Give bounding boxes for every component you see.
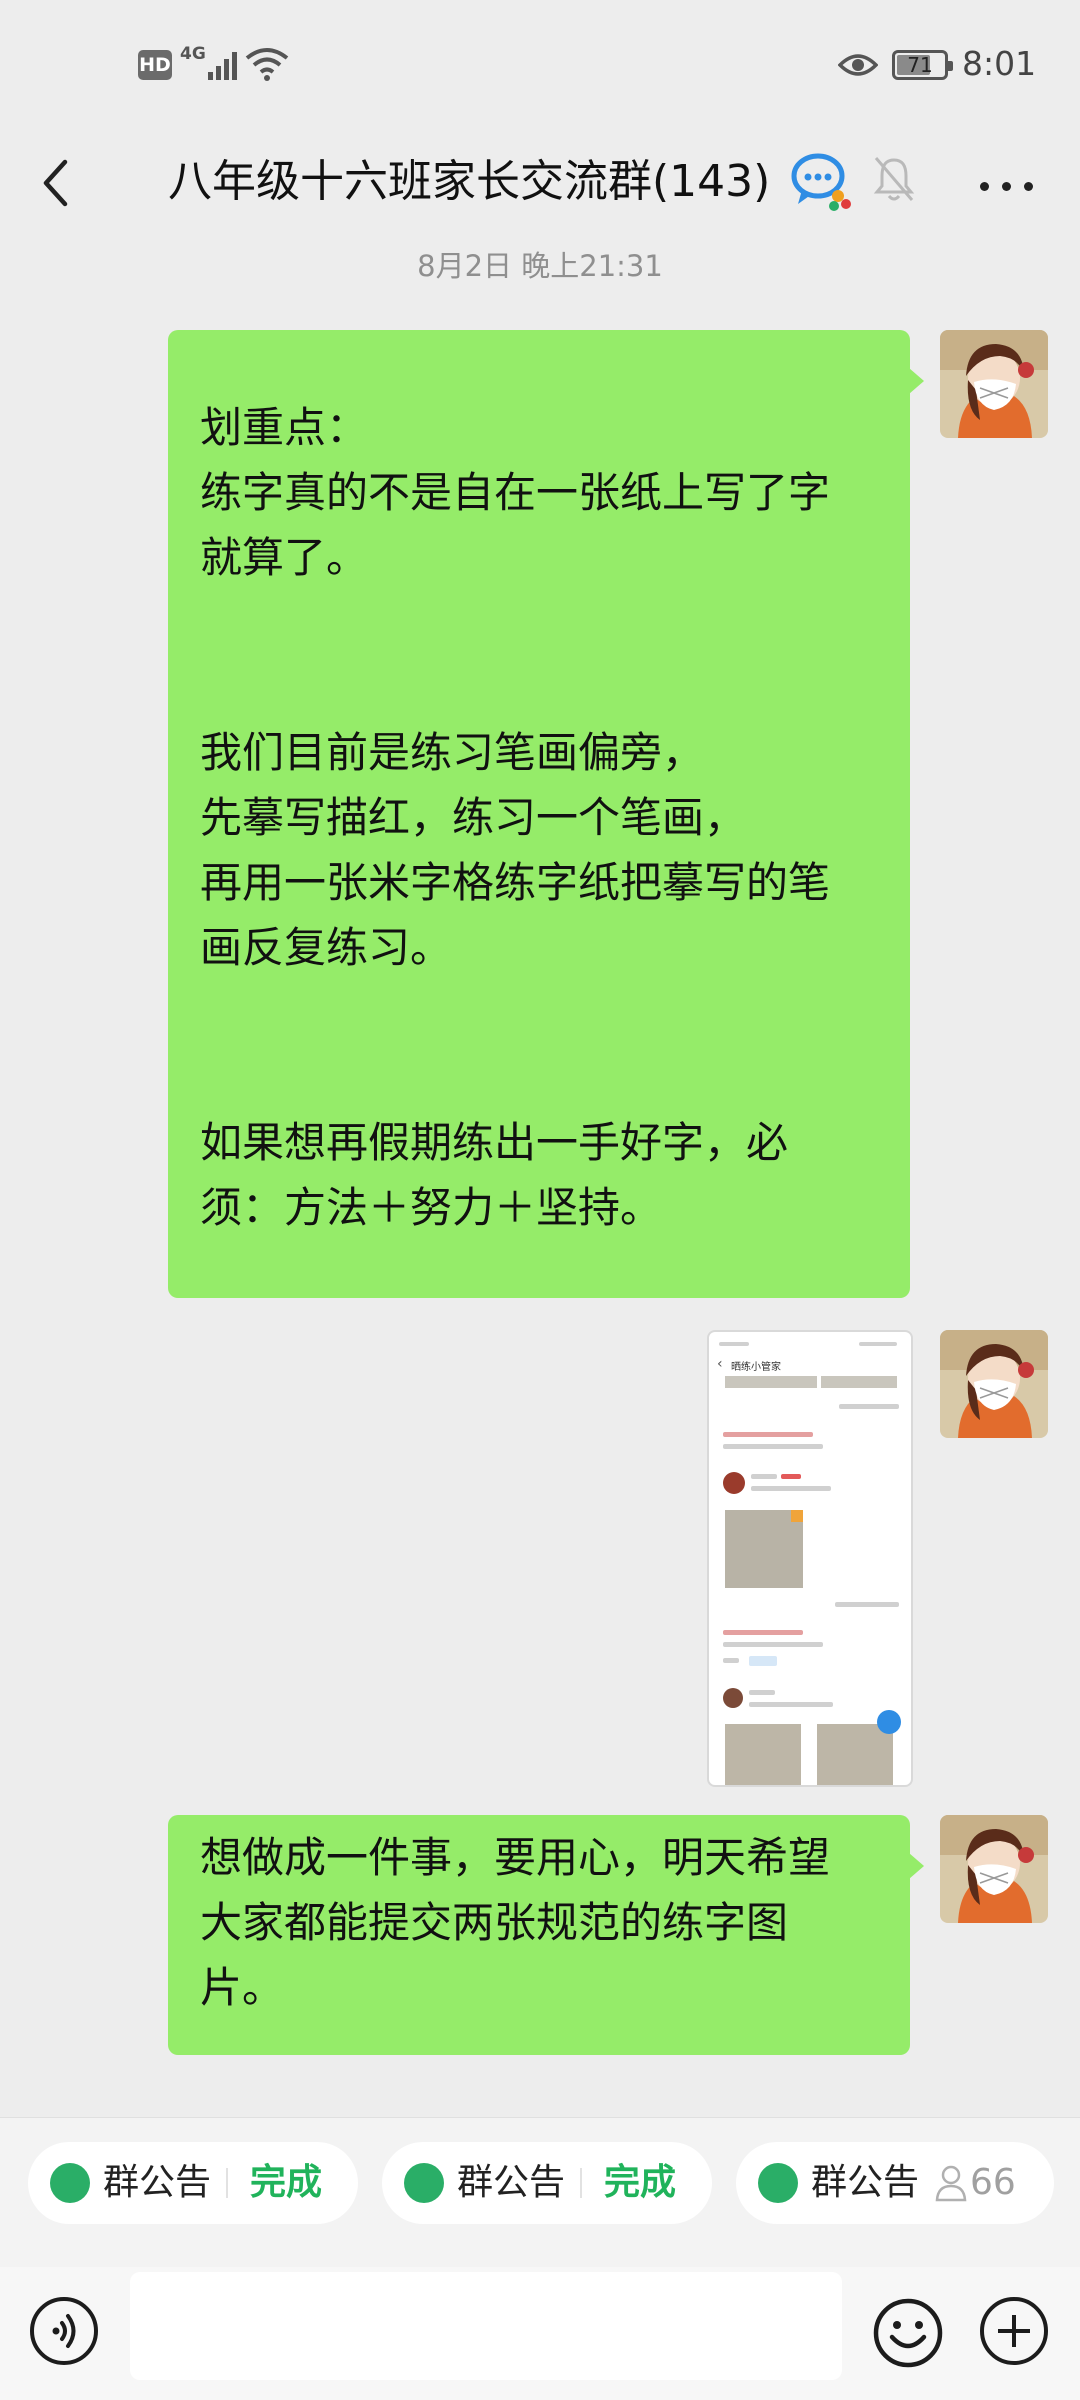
mute-bell-icon — [873, 157, 915, 201]
announcement-icon — [404, 2163, 444, 2203]
chat-title[interactable]: 八年级十六班家长交流群(143) — [168, 144, 770, 220]
plus-icon[interactable] — [980, 2297, 1048, 2365]
avatar[interactable] — [940, 1815, 1048, 1923]
battery-icon: 71 — [892, 50, 953, 80]
clock: 8:01 — [962, 44, 1037, 83]
announcement-bar: 群公告 完成 群公告 完成 群公告 66 — [0, 2117, 1080, 2268]
signal-icon — [200, 48, 240, 80]
read-count: 66 — [970, 2162, 1016, 2203]
person-icon — [935, 2165, 967, 2202]
shared-screenshot-image[interactable]: ‹ 晒练小管家 — [707, 1330, 913, 1787]
eye-comfort-icon — [838, 54, 878, 76]
input-bar — [0, 2267, 1080, 2400]
chat-header: 八年级十六班家长交流群(143) — [0, 130, 1080, 240]
message-input[interactable] — [130, 2272, 842, 2380]
message-bubble[interactable]: 划重点： 练字真的不是自在一张纸上写了字 就算了。 我们目前是练习笔画偏旁， 先… — [168, 330, 924, 1298]
announcement-label: 群公告 — [457, 2162, 566, 2203]
avatar[interactable] — [940, 330, 1048, 438]
announcement-chip[interactable]: 群公告 完成 — [382, 2142, 712, 2224]
group-chat-icon[interactable] — [790, 150, 854, 214]
chat-timestamp: 8月2日 晚上21:31 — [417, 249, 663, 283]
hd-badge: HD — [138, 50, 172, 80]
battery-level: 71 — [907, 53, 933, 77]
announcement-icon — [758, 2163, 798, 2203]
status-bar: HD 4G 71 8:01 — [0, 0, 1080, 130]
message-text: 划重点： 练字真的不是自在一张纸上写了字 就算了。 我们目前是练习笔画偏旁， 先… — [200, 403, 831, 1232]
voice-input-icon[interactable] — [30, 2297, 98, 2365]
thumbnail-title: 晒练小管家 — [731, 1362, 781, 1373]
message-bubble[interactable]: 想做成一件事，要用心，明天希望 大家都能提交两张规范的练字图 片。 — [168, 1815, 924, 2055]
announcement-chip[interactable]: 群公告 完成 — [28, 2142, 358, 2224]
message-text: 想做成一件事，要用心，明天希望 大家都能提交两张规范的练字图 片。 — [200, 1833, 831, 2012]
announcement-icon — [50, 2163, 90, 2203]
announcement-chip[interactable]: 群公告 66 — [736, 2142, 1054, 2224]
announcement-status: 完成 — [604, 2162, 677, 2203]
wifi-icon — [245, 48, 289, 81]
back-chevron-icon[interactable] — [30, 148, 90, 218]
announcement-label: 群公告 — [103, 2162, 212, 2203]
more-icon[interactable] — [972, 150, 1042, 220]
emoji-icon[interactable] — [872, 2297, 944, 2369]
avatar[interactable] — [940, 1330, 1048, 1438]
announcement-label: 群公告 — [811, 2162, 920, 2203]
announcement-status: 完成 — [250, 2162, 323, 2203]
